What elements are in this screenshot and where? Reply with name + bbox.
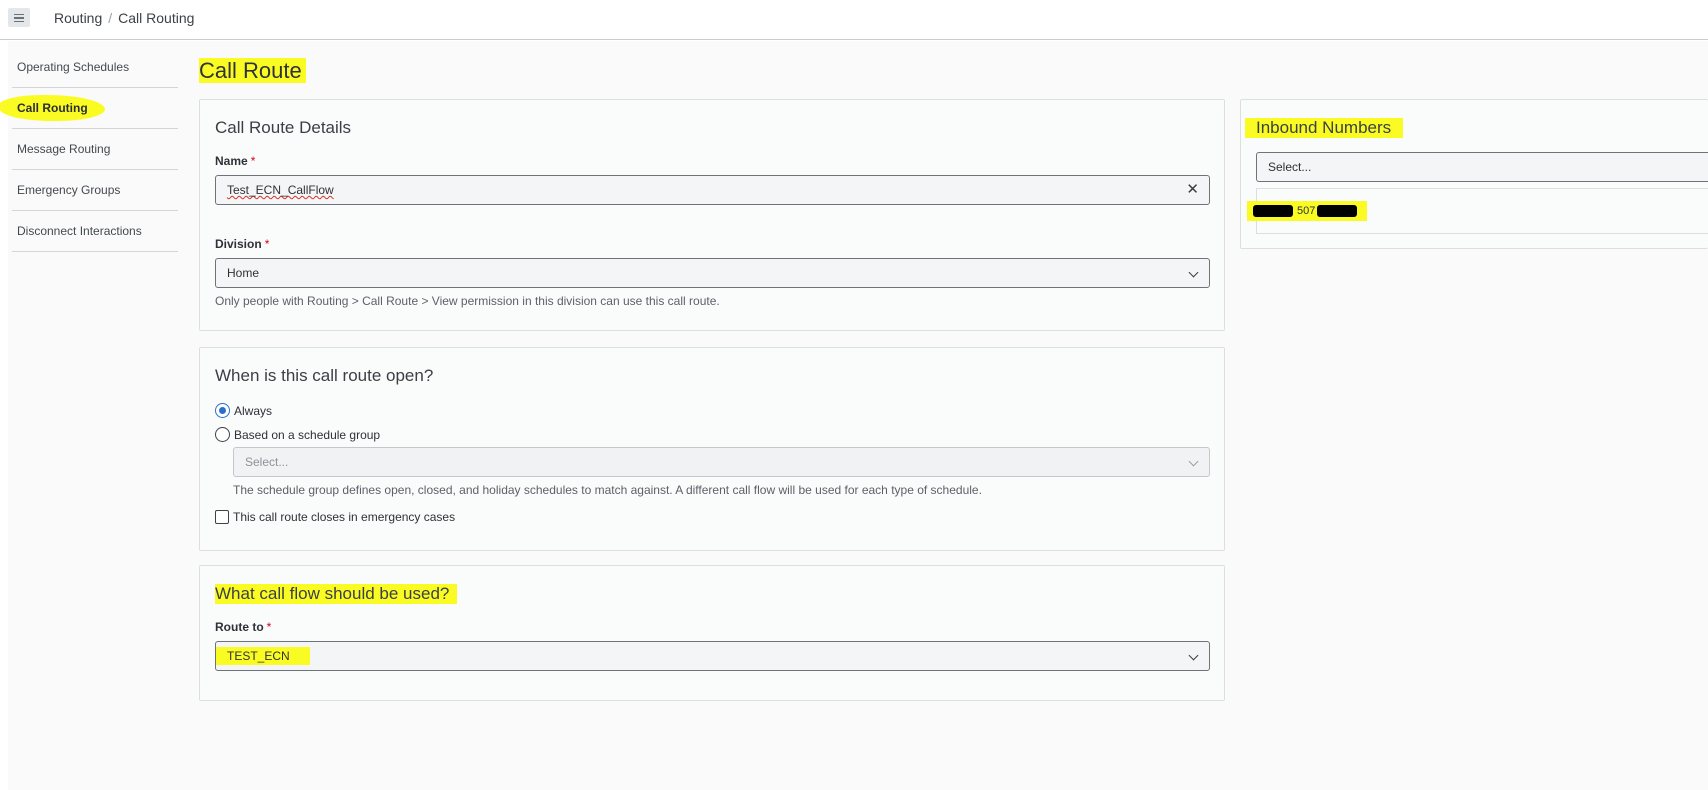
route-to-label: Route to * bbox=[215, 620, 272, 634]
name-value: Test_ECN_CallFlow bbox=[227, 183, 334, 197]
division-value: Home bbox=[227, 266, 260, 280]
radio-schedule-group[interactable]: Based on a schedule group bbox=[215, 427, 380, 442]
call-route-details-card: Call Route Details Name * Test_ECN_CallFl… bbox=[199, 99, 1225, 331]
emergency-checkbox-row[interactable]: This call route closes in emergency case… bbox=[215, 510, 455, 524]
breadcrumb-routing[interactable]: Routing bbox=[54, 10, 102, 26]
card-heading-inbound: Inbound Numbers bbox=[1245, 118, 1404, 138]
name-field[interactable]: Test_ECN_CallFlow ✕ bbox=[215, 175, 1210, 205]
card-heading-call-flow: What call flow should be used? bbox=[215, 584, 458, 604]
call-flow-card: What call flow should be used? Route to *… bbox=[199, 565, 1225, 701]
sidebar-item-disconnect-interactions[interactable]: Disconnect Interactions bbox=[12, 211, 178, 252]
inbound-number-entry: 507 bbox=[1247, 201, 1367, 221]
division-help-text: Only people with Routing > Call Route > … bbox=[215, 294, 720, 308]
inbound-numbers-card: Inbound Numbers Select... 507 bbox=[1240, 99, 1708, 249]
redacted-mark bbox=[1253, 205, 1293, 217]
sidebar-item-call-routing[interactable]: Call Routing bbox=[0, 88, 178, 129]
route-to-select[interactable]: TEST_ECN bbox=[215, 641, 1210, 671]
schedule-group-placeholder: Select... bbox=[245, 455, 289, 469]
name-label: Name * bbox=[215, 154, 256, 168]
sidebar-item-operating-schedules[interactable]: Operating Schedules bbox=[12, 47, 178, 88]
inbound-number-select[interactable]: Select... bbox=[1256, 152, 1708, 182]
sidebar-item-message-routing[interactable]: Message Routing bbox=[12, 129, 178, 170]
inbound-select-placeholder: Select... bbox=[1268, 160, 1312, 174]
division-select[interactable]: Home bbox=[215, 258, 1210, 288]
card-heading-details: Call Route Details bbox=[215, 118, 352, 137]
hamburger-menu-icon[interactable] bbox=[8, 8, 30, 27]
page-body: Operating Schedules Call Routing Message… bbox=[0, 41, 1708, 790]
card-heading-schedule: When is this call route open? bbox=[215, 366, 434, 385]
top-bar: Routing / Call Routing bbox=[0, 0, 1708, 40]
schedule-help-text: The schedule group defines open, closed,… bbox=[233, 483, 982, 497]
page-title: Call Route bbox=[199, 58, 306, 83]
chevron-down-icon bbox=[1188, 456, 1199, 467]
radio-checked-icon[interactable] bbox=[215, 403, 230, 418]
inbound-number-list-item[interactable]: 507 bbox=[1247, 188, 1708, 234]
schedule-card: When is this call route open? Always Bas… bbox=[199, 347, 1225, 551]
schedule-group-select[interactable]: Select... bbox=[233, 447, 1210, 477]
chevron-down-icon bbox=[1188, 267, 1199, 278]
inbound-number-visible: 507 bbox=[1297, 205, 1316, 217]
close-icon[interactable]: ✕ bbox=[1186, 182, 1199, 197]
sidebar-item-emergency-groups[interactable]: Emergency Groups bbox=[12, 170, 178, 211]
chevron-down-icon bbox=[1188, 650, 1199, 661]
breadcrumb-separator: / bbox=[108, 10, 113, 26]
breadcrumb: Routing / Call Routing bbox=[54, 10, 194, 26]
division-label: Division * bbox=[215, 237, 270, 251]
breadcrumb-call-routing: Call Routing bbox=[118, 10, 195, 26]
radio-always[interactable]: Always bbox=[215, 403, 272, 418]
sidebar: Operating Schedules Call Routing Message… bbox=[0, 47, 178, 252]
route-to-value: TEST_ECN bbox=[216, 647, 310, 665]
redacted-mark bbox=[1317, 205, 1358, 217]
checkbox-icon[interactable] bbox=[215, 510, 229, 524]
radio-unchecked-icon[interactable] bbox=[215, 427, 230, 442]
